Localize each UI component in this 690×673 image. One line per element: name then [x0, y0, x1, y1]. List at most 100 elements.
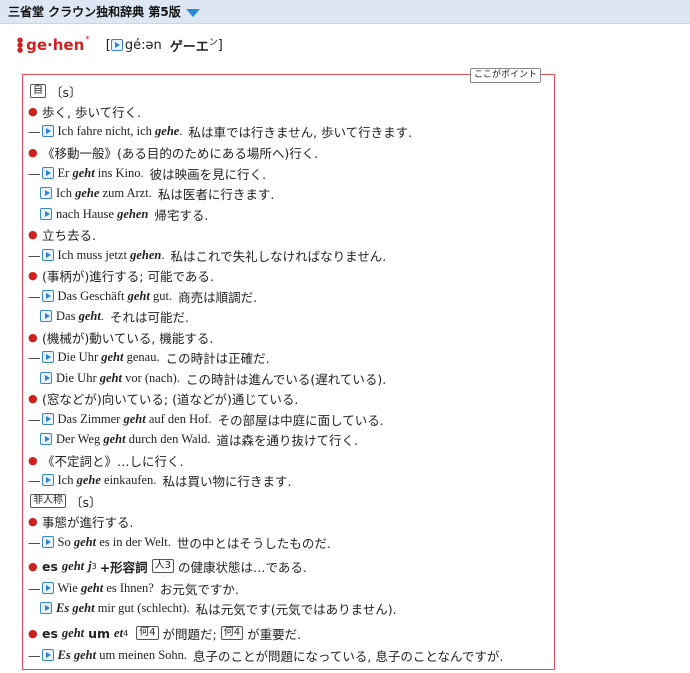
play-audio-icon[interactable] [40, 433, 52, 445]
example-translation: お元気ですか. [159, 581, 239, 597]
example-keyword: Es geht [57, 647, 97, 662]
dash-mark: — [28, 580, 41, 596]
example-translation: この時計は正確だ. [165, 350, 270, 366]
dropdown-arrow-icon[interactable] [185, 8, 200, 17]
sense-bullet-icon: ● [28, 559, 38, 573]
dash-mark: — [28, 288, 41, 304]
sense-text: 歩く, 歩いて行く. [42, 104, 142, 120]
example-keyword: gehen [130, 247, 162, 262]
example-line: — Das Geschäft geht gut. 商売は順調だ. [28, 286, 257, 306]
example-german: Die Uhr geht vor (nach). [56, 370, 180, 385]
example-keyword: geht [80, 580, 104, 595]
idiom-line: ● es geht j 3 +形容詞 人3 の健康状態は…である. [28, 558, 307, 575]
dash-mark: — [28, 534, 41, 550]
example-keyword: geht [99, 370, 122, 385]
example-german: Das Geschäft geht gut. [57, 288, 173, 303]
headword-row: ● ● ● ge·hen * [ gé:ən ゲーエン ] [17, 34, 223, 56]
example-translation: 私は買い物に行きます. [162, 473, 292, 489]
example-translation: 私はこれで失礼しなければなりません. [170, 248, 387, 264]
example-translation: その部屋は中庭に面している. [217, 412, 384, 428]
example-translation: 私は車では行きません, 歩いて行きます. [188, 124, 413, 140]
katakana-small: ン [208, 37, 218, 48]
example-keyword: geht [101, 349, 124, 364]
idiom-line: ● es geht um et 4 何4 が問題だ; 何4 が重要だ. [28, 625, 302, 642]
play-audio-icon[interactable] [41, 536, 54, 548]
play-audio-icon[interactable] [41, 582, 54, 594]
example-german: Es geht um meinen Sohn. [57, 647, 188, 662]
example-translation: 彼は映画を見に行く. [149, 166, 267, 182]
title-bar: 三省堂 クラウン独和辞典 第5版 [0, 0, 690, 24]
play-audio-icon[interactable] [40, 372, 52, 384]
example-line: Ich gehe zum Arzt. 私は医者に行きます. [40, 183, 274, 203]
aux-tag: 〔s〕 [70, 494, 102, 510]
sense-bullet-icon: ● [28, 145, 38, 159]
play-audio-icon[interactable] [40, 310, 52, 322]
example-german: Der Weg geht durch den Wald. [56, 431, 211, 446]
example-german: Es geht mir gut (schlecht). [56, 600, 190, 615]
example-line: — Ich gehe einkaufen. 私は買い物に行きます. [28, 470, 291, 490]
sense-bullet-icon: ● [28, 453, 38, 467]
sense-bullet-icon: ● [28, 268, 38, 282]
case-tag: 何4 [136, 626, 159, 640]
sense-text: 事態が進行する. [42, 514, 134, 530]
example-translation: 世の中とはそうしたものだ. [176, 535, 331, 551]
play-audio-icon[interactable] [41, 474, 54, 486]
example-german: nach Hause gehen [56, 206, 149, 221]
pronunciation: [ gé:ən ゲーエン ] [106, 36, 223, 55]
example-translation: それは可能だ. [109, 309, 189, 325]
example-german: Ich gehe einkaufen. [57, 472, 157, 487]
sense-bullet-icon: ● [28, 330, 38, 344]
example-german: Das Zimmer geht auf den Hof. [57, 411, 212, 426]
example-translation: 息子のことが問題になっている, 息子のことなんですが. [193, 648, 504, 664]
example-translation: この時計は進んでいる(遅れている). [185, 371, 387, 387]
example-keyword: gehe [75, 185, 100, 200]
sense-bullet-icon: ● [28, 104, 38, 118]
play-audio-icon[interactable] [41, 413, 54, 425]
play-audio-icon[interactable] [41, 351, 54, 363]
headword-mark: * [85, 35, 90, 45]
example-german: Ich fahre nicht, ich gehe. [57, 123, 183, 138]
example-german: Das geht. [56, 308, 104, 323]
example-line: Der Weg geht durch den Wald. 道は森を通り抜けて行く. [40, 429, 358, 449]
play-audio-icon[interactable] [41, 290, 54, 302]
case-tag: 人3 [151, 559, 175, 573]
example-german: Die Uhr geht genau. [57, 349, 160, 364]
example-translation: 道は森を通り抜けて行く. [216, 432, 358, 448]
example-german: Wie geht es Ihnen? [57, 580, 154, 595]
sense-line: ● 《移動一般》(ある目的のためにある場所へ)行く. [28, 142, 318, 162]
example-line: — So geht es in der Welt. 世の中とはそうしたものだ. [28, 532, 331, 552]
play-audio-icon[interactable] [41, 125, 54, 137]
sense-line: ● 《不定詞と》…しに行く. [28, 450, 183, 470]
sense-line: ● (機械が)動いている, 機能する. [28, 327, 213, 347]
dictionary-title: 三省堂 クラウン独和辞典 第5版 [8, 5, 181, 19]
dash-mark: — [28, 472, 41, 488]
example-translation: 商売は順調だ. [178, 289, 258, 305]
example-line: — Es geht um meinen Sohn. 息子のことが問題になっている, … [28, 645, 503, 665]
play-audio-icon[interactable] [40, 208, 52, 220]
play-audio-icon[interactable] [40, 187, 52, 199]
sense-bullet-icon: ● [28, 626, 38, 640]
sense-line: ● 事態が進行する. [28, 511, 133, 531]
play-audio-icon[interactable] [41, 649, 54, 661]
sense-bullet-icon: ● [28, 227, 38, 241]
sense-text: (事柄が)進行する; 可能である. [42, 268, 214, 284]
sense-line: ● 立ち去る. [28, 224, 96, 244]
sense-text: 《移動一般》(ある目的のためにある場所へ)行く. [42, 145, 319, 161]
sense-text: 《不定詞と》…しに行く. [42, 453, 184, 469]
play-audio-icon[interactable] [40, 602, 52, 614]
point-button[interactable]: ここがポイント [470, 68, 542, 83]
sense-line: ● 歩く, 歩いて行く. [28, 101, 141, 121]
verb-type-tag: 自 [30, 84, 46, 98]
dash-mark: — [28, 647, 41, 663]
play-audio-icon[interactable] [110, 39, 123, 51]
example-line: — Ich fahre nicht, ich gehe. 私は車では行きません, 歩… [28, 121, 412, 141]
example-keyword: geht [123, 411, 146, 426]
importance-mark-icon: ● ● ● [17, 35, 24, 54]
play-audio-icon[interactable] [41, 167, 54, 179]
sense-bullet-icon: ● [28, 514, 38, 528]
example-translation: 帰宅する. [154, 207, 209, 223]
example-keyword: geht [78, 308, 101, 323]
play-audio-icon[interactable] [41, 249, 54, 261]
aux-tag: 〔s〕 [50, 84, 82, 100]
dash-mark: — [28, 349, 41, 365]
